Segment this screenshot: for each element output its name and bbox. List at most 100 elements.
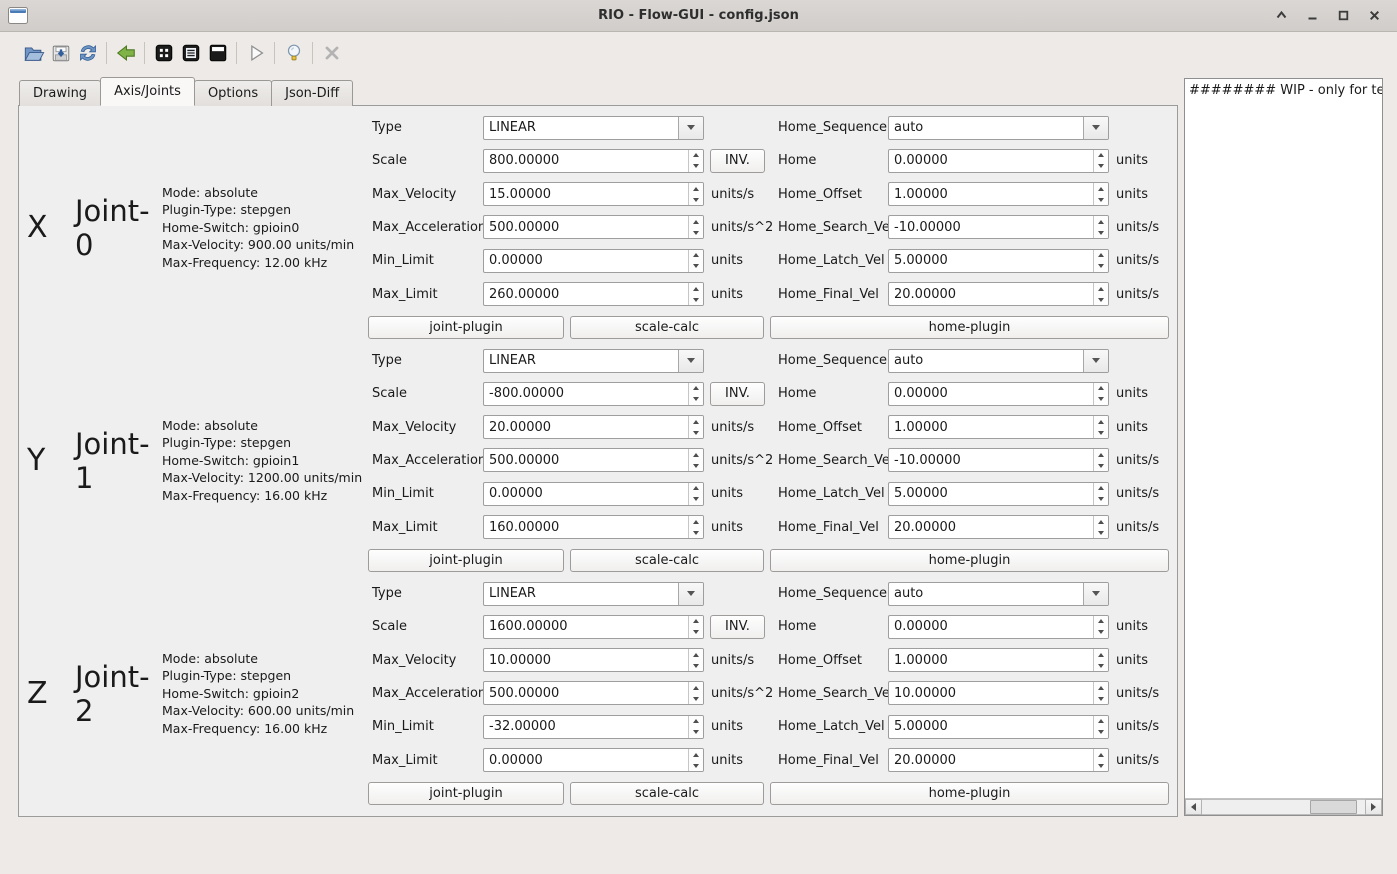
home-final-vel-spinbox[interactable]: 20.00000 bbox=[888, 282, 1109, 306]
chevron-down-icon[interactable] bbox=[1083, 117, 1108, 139]
scale-spinbox[interactable]: 800.00000 bbox=[483, 149, 704, 173]
max-acceleration-spinbox[interactable]: 500.00000 bbox=[483, 448, 704, 472]
home-latch-vel-spinbox[interactable]: 5.00000 bbox=[888, 715, 1109, 739]
scale-calc-button[interactable]: scale-calc bbox=[570, 549, 764, 572]
home-spinbox[interactable]: 0.00000 bbox=[888, 382, 1109, 406]
chevron-down-icon[interactable] bbox=[678, 117, 703, 139]
spin-up-icon[interactable] bbox=[1094, 416, 1108, 427]
home-search-vel-spinbox[interactable]: -10.00000 bbox=[888, 448, 1109, 472]
invert-scale-button[interactable]: INV. bbox=[710, 149, 765, 173]
minimize-window-icon[interactable] bbox=[1303, 7, 1321, 25]
type-combo[interactable]: LINEAR bbox=[483, 582, 704, 606]
spin-up-icon[interactable] bbox=[1094, 682, 1108, 693]
home-final-vel-spinbox[interactable]: 20.00000 bbox=[888, 515, 1109, 539]
spin-up-icon[interactable] bbox=[689, 516, 703, 527]
chevron-down-icon[interactable] bbox=[1083, 583, 1108, 605]
spin-down-icon[interactable] bbox=[1094, 494, 1108, 505]
invert-scale-button[interactable]: INV. bbox=[710, 382, 765, 406]
joint-plugin-button[interactable]: joint-plugin bbox=[368, 549, 564, 572]
spin-up-icon[interactable] bbox=[689, 449, 703, 460]
spin-up-icon[interactable] bbox=[689, 716, 703, 727]
close-x-icon[interactable] bbox=[318, 40, 345, 67]
home-spinbox[interactable]: 0.00000 bbox=[888, 149, 1109, 173]
min-limit-spinbox[interactable]: 0.00000 bbox=[483, 482, 704, 506]
chevron-down-icon[interactable] bbox=[678, 350, 703, 372]
spin-up-icon[interactable] bbox=[1094, 716, 1108, 727]
spin-down-icon[interactable] bbox=[689, 427, 703, 438]
back-arrow-icon[interactable] bbox=[112, 40, 139, 67]
home-sequence-combo[interactable]: auto bbox=[888, 116, 1109, 140]
spin-down-icon[interactable] bbox=[689, 527, 703, 538]
spin-up-icon[interactable] bbox=[689, 483, 703, 494]
spin-up-icon[interactable] bbox=[1094, 649, 1108, 660]
spin-down-icon[interactable] bbox=[1094, 627, 1108, 638]
chevron-down-icon[interactable] bbox=[1083, 350, 1108, 372]
spin-down-icon[interactable] bbox=[689, 660, 703, 671]
home-search-vel-spinbox[interactable]: 10.00000 bbox=[888, 681, 1109, 705]
home-plugin-button[interactable]: home-plugin bbox=[770, 782, 1169, 805]
joint-plugin-button[interactable]: joint-plugin bbox=[368, 782, 564, 805]
spin-down-icon[interactable] bbox=[689, 261, 703, 272]
shade-window-icon[interactable] bbox=[1272, 7, 1290, 25]
spin-up-icon[interactable] bbox=[689, 649, 703, 660]
home-latch-vel-spinbox[interactable]: 5.00000 bbox=[888, 249, 1109, 273]
grid-view-icon[interactable] bbox=[150, 40, 177, 67]
close-window-icon[interactable] bbox=[1365, 7, 1383, 25]
list-view-icon[interactable] bbox=[177, 40, 204, 67]
open-folder-icon[interactable] bbox=[20, 40, 47, 67]
scrollbar-thumb[interactable] bbox=[1310, 800, 1357, 814]
spin-up-icon[interactable] bbox=[1094, 483, 1108, 494]
tab-options[interactable]: Options bbox=[194, 80, 272, 106]
invert-scale-button[interactable]: INV. bbox=[710, 615, 765, 639]
max-velocity-spinbox[interactable]: 20.00000 bbox=[483, 415, 704, 439]
spin-down-icon[interactable] bbox=[1094, 227, 1108, 238]
spin-down-icon[interactable] bbox=[1094, 294, 1108, 305]
spin-up-icon[interactable] bbox=[1094, 283, 1108, 294]
spin-up-icon[interactable] bbox=[1094, 449, 1108, 460]
spin-up-icon[interactable] bbox=[689, 682, 703, 693]
scroll-right-icon[interactable] bbox=[1365, 799, 1382, 815]
spin-up-icon[interactable] bbox=[689, 216, 703, 227]
home-spinbox[interactable]: 0.00000 bbox=[888, 615, 1109, 639]
home-sequence-combo[interactable]: auto bbox=[888, 582, 1109, 606]
home-offset-spinbox[interactable]: 1.00000 bbox=[888, 415, 1109, 439]
spin-down-icon[interactable] bbox=[689, 294, 703, 305]
spin-down-icon[interactable] bbox=[1094, 727, 1108, 738]
spin-up-icon[interactable] bbox=[1094, 150, 1108, 161]
horizontal-scrollbar[interactable] bbox=[1185, 798, 1382, 815]
spin-down-icon[interactable] bbox=[1094, 427, 1108, 438]
max-acceleration-spinbox[interactable]: 500.00000 bbox=[483, 215, 704, 239]
spin-up-icon[interactable] bbox=[689, 250, 703, 261]
max-velocity-spinbox[interactable]: 10.00000 bbox=[483, 648, 704, 672]
tab-json-diff[interactable]: Json-Diff bbox=[271, 80, 353, 106]
type-combo[interactable]: LINEAR bbox=[483, 116, 704, 140]
scale-calc-button[interactable]: scale-calc bbox=[570, 782, 764, 805]
spin-down-icon[interactable] bbox=[689, 394, 703, 405]
spin-down-icon[interactable] bbox=[1094, 660, 1108, 671]
max-limit-spinbox[interactable]: 160.00000 bbox=[483, 515, 704, 539]
spin-up-icon[interactable] bbox=[1094, 616, 1108, 627]
type-combo[interactable]: LINEAR bbox=[483, 349, 704, 373]
spin-down-icon[interactable] bbox=[1094, 760, 1108, 771]
spin-up-icon[interactable] bbox=[689, 749, 703, 760]
scrollbar-track[interactable] bbox=[1202, 799, 1365, 815]
max-limit-spinbox[interactable]: 0.00000 bbox=[483, 748, 704, 772]
spin-down-icon[interactable] bbox=[689, 460, 703, 471]
window-view-icon[interactable] bbox=[204, 40, 231, 67]
spin-down-icon[interactable] bbox=[1094, 460, 1108, 471]
max-velocity-spinbox[interactable]: 15.00000 bbox=[483, 182, 704, 206]
scale-spinbox[interactable]: 1600.00000 bbox=[483, 615, 704, 639]
spin-up-icon[interactable] bbox=[1094, 749, 1108, 760]
scale-spinbox[interactable]: -800.00000 bbox=[483, 382, 704, 406]
home-plugin-button[interactable]: home-plugin bbox=[770, 549, 1169, 572]
chevron-down-icon[interactable] bbox=[678, 583, 703, 605]
spin-down-icon[interactable] bbox=[689, 161, 703, 172]
spin-down-icon[interactable] bbox=[689, 227, 703, 238]
spin-up-icon[interactable] bbox=[1094, 516, 1108, 527]
home-plugin-button[interactable]: home-plugin bbox=[770, 316, 1169, 339]
spin-up-icon[interactable] bbox=[1094, 216, 1108, 227]
spin-down-icon[interactable] bbox=[689, 760, 703, 771]
joint-plugin-button[interactable]: joint-plugin bbox=[368, 316, 564, 339]
spin-up-icon[interactable] bbox=[689, 383, 703, 394]
scroll-left-icon[interactable] bbox=[1185, 799, 1202, 815]
